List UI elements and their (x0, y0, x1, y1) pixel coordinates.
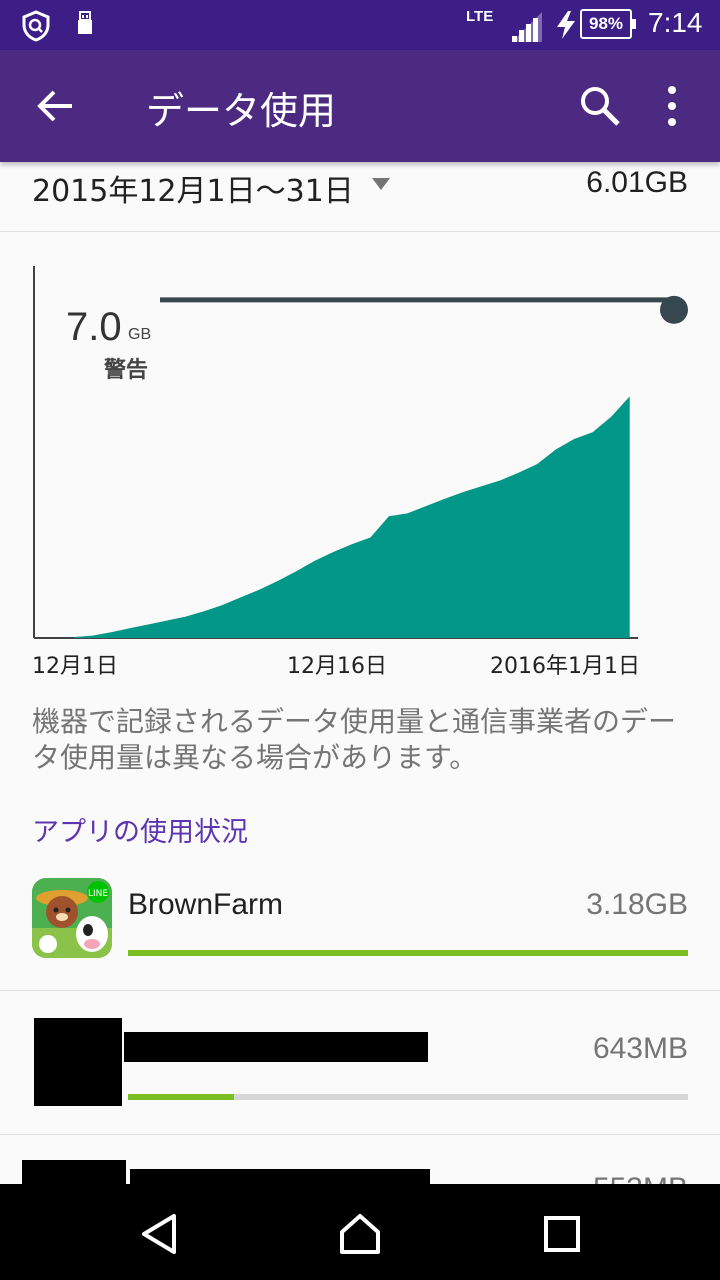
app-bar: データ使用 (0, 50, 720, 162)
brownfarm-app-icon: LINE (32, 878, 112, 958)
navigation-bar (0, 1184, 720, 1280)
warning-value: 7.0 (66, 305, 122, 349)
shield-search-icon (22, 10, 50, 42)
app-usage-bar-fill (128, 1094, 235, 1100)
app-usage-bar-fill (128, 950, 688, 956)
home-icon[interactable] (338, 1212, 382, 1256)
page-title: データ使用 (146, 89, 337, 133)
app-usage: 3.18GB (586, 888, 688, 921)
warning-label: 警告 (104, 358, 149, 383)
x-tick-label: 12月1日 (32, 654, 118, 679)
warning-handle (660, 295, 688, 324)
recents-icon[interactable] (540, 1212, 584, 1256)
status-bar: LTE 98% 7:14 (0, 0, 720, 50)
usage-area (74, 396, 630, 638)
x-tick-label: 12月16日 (287, 654, 387, 679)
dropdown-caret-icon[interactable] (370, 176, 392, 192)
search-icon[interactable] (578, 84, 622, 128)
redacted-app-name (124, 1032, 428, 1062)
back-triangle-icon[interactable] (138, 1212, 182, 1256)
x-tick-label: 2016年1月1日 (490, 654, 640, 679)
signal-icon (512, 12, 542, 42)
charging-bolt-icon (557, 11, 575, 39)
app-row[interactable]: 643MB (0, 992, 720, 1135)
app-usage-bar (128, 1094, 688, 1100)
svg-text:LINE: LINE (88, 889, 108, 899)
app-row[interactable]: LINE BrownFarm 3.18GB (0, 848, 720, 991)
clock: 7:14 (648, 7, 703, 38)
app-usage: 643MB (592, 1032, 688, 1065)
period-label[interactable]: 2015年12月1日〜31日 (32, 166, 354, 210)
warning-unit: GB (128, 326, 152, 343)
redacted-app-icon (34, 1018, 122, 1106)
network-type: LTE (466, 8, 494, 25)
more-vert-icon[interactable] (652, 82, 692, 130)
battery-icon: 98% (580, 9, 636, 39)
usage-chart: 7.0 GB 警告 12月1日 12月16日 2016年1月1日 (0, 250, 720, 690)
period-selector[interactable]: 2015年12月1日〜31日 6.01GB (0, 162, 720, 232)
usb-icon (78, 11, 92, 34)
total-usage: 6.01GB (586, 166, 688, 199)
back-arrow-icon[interactable] (34, 84, 78, 128)
app-name: BrownFarm (128, 888, 284, 921)
usage-note: 機器で記録されるデータ使用量と通信事業者のデータ使用量は異なる場合があります。 (32, 705, 677, 774)
section-title: アプリの使用状況 (32, 817, 248, 848)
app-usage-bar (128, 950, 688, 956)
